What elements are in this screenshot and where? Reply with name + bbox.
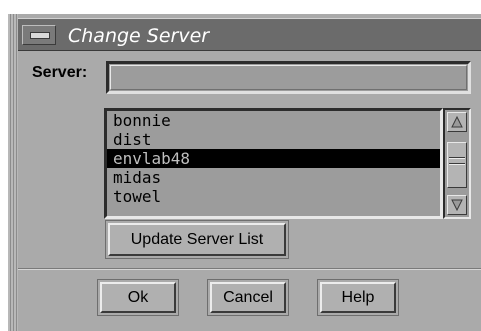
down-arrow-icon — [451, 199, 463, 211]
server-input[interactable] — [106, 61, 471, 94]
change-server-dialog: Change Server Server: bonnie dist envlab… — [8, 14, 481, 331]
window-frame-edge[interactable] — [8, 14, 18, 331]
server-list[interactable]: bonnie dist envlab48 midas towel — [104, 108, 443, 219]
cancel-button[interactable]: Cancel — [207, 279, 289, 316]
server-label: Server: — [32, 64, 88, 81]
list-item-selected[interactable]: envlab48 — [107, 149, 440, 168]
list-item[interactable]: midas — [107, 168, 440, 187]
ok-button[interactable]: Ok — [97, 279, 179, 316]
list-item[interactable]: bonnie — [107, 111, 440, 130]
scroll-down-button[interactable] — [447, 195, 467, 215]
title-bar[interactable]: Change Server — [18, 18, 481, 51]
list-item[interactable]: dist — [107, 130, 440, 149]
up-arrow-icon — [451, 116, 463, 128]
server-input-value — [110, 65, 467, 90]
list-scrollbar[interactable] — [443, 108, 471, 219]
scroll-up-button[interactable] — [447, 112, 467, 132]
separator — [18, 268, 481, 270]
scroll-thumb[interactable] — [447, 142, 467, 188]
list-item[interactable]: towel — [107, 187, 440, 206]
window-menu-icon[interactable] — [22, 25, 56, 45]
window-title: Change Server — [68, 25, 210, 47]
update-server-list-button[interactable]: Update Server List — [105, 220, 289, 259]
help-button[interactable]: Help — [317, 279, 399, 316]
